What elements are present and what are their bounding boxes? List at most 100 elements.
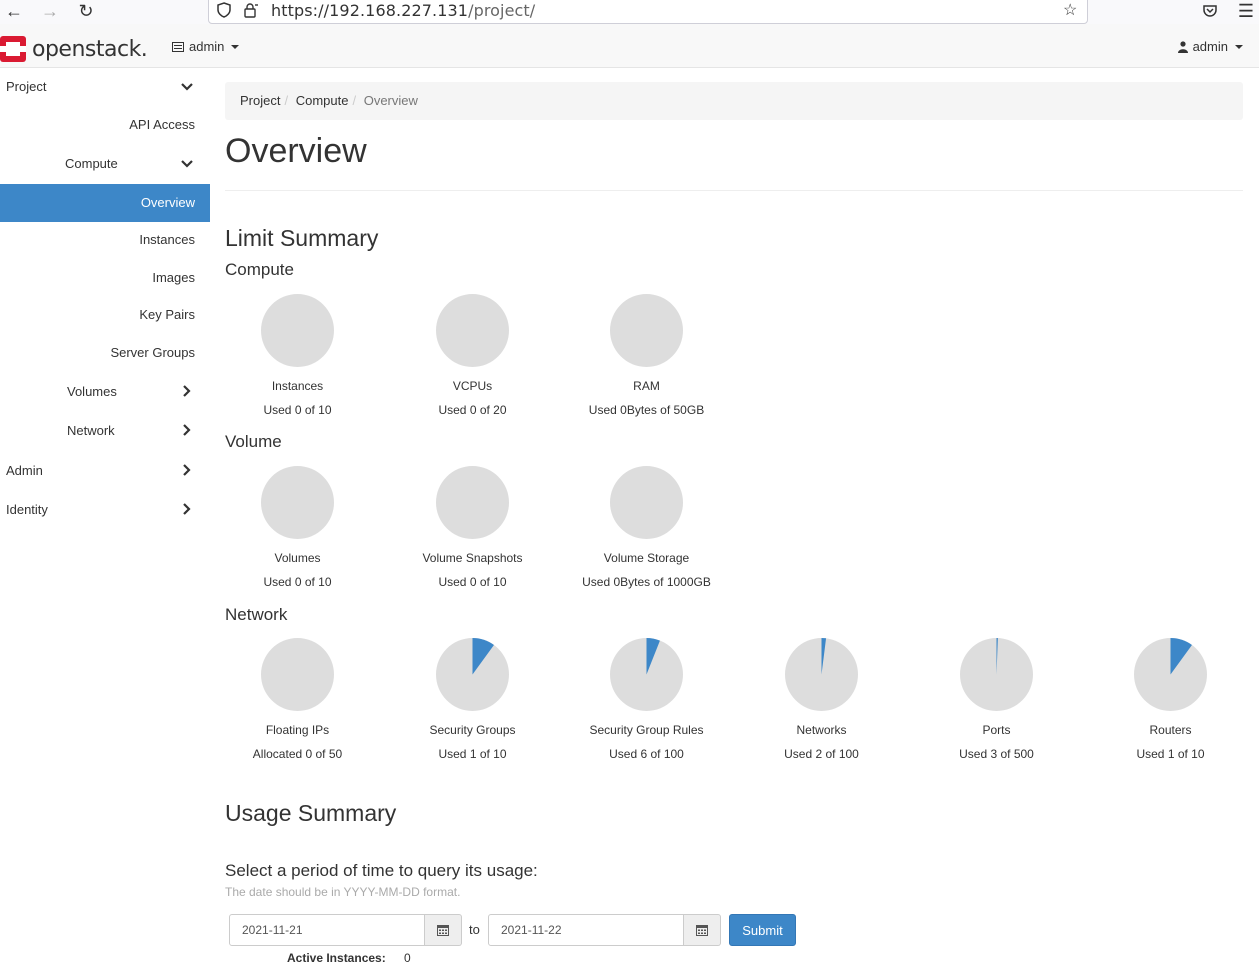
chevron-down-icon — [181, 76, 193, 99]
url-text: https://192.168.227.131/project/ — [271, 1, 535, 20]
chart-title: Volume Storage — [603, 551, 690, 565]
sidebar-item-label: Identity — [6, 502, 48, 517]
pie-chart — [436, 294, 509, 367]
logo-text: openstack. — [32, 36, 148, 62]
chart-usage-text: Allocated 0 of 50 — [252, 747, 343, 761]
quota-chart-volume-storage: Volume Storage Used 0Bytes of 1000GB — [559, 465, 734, 589]
sidebar-item-volumes[interactable]: Volumes — [0, 373, 210, 411]
chart-title: Routers — [1149, 723, 1192, 737]
chart-title: Instances — [271, 379, 324, 393]
breadcrumb-project[interactable]: Project — [240, 93, 280, 108]
sidebar-item-label: API Access — [129, 117, 195, 132]
back-arrow-icon[interactable]: ← — [2, 0, 26, 22]
section-title-compute: Compute — [225, 260, 294, 279]
project-list-icon — [172, 41, 184, 52]
pie-chart — [960, 638, 1033, 711]
sidebar-item-images[interactable]: Images — [0, 259, 210, 297]
chart-title: RAM — [633, 379, 660, 393]
chart-title: Volumes — [274, 551, 321, 565]
active-instances-value: 0 — [404, 951, 411, 965]
pie-chart — [261, 466, 334, 539]
sidebar-item-label: Instances — [139, 232, 195, 247]
sidebar-item-label: Server Groups — [110, 345, 195, 360]
pocket-icon[interactable] — [1198, 0, 1222, 22]
chart-title: Floating IPs — [265, 723, 330, 737]
sidebar-item-overview[interactable]: Overview — [0, 184, 210, 222]
sidebar-item-server-groups[interactable]: Server Groups — [0, 334, 210, 372]
shield-icon[interactable] — [217, 2, 231, 21]
sidebar-item-label: Admin — [6, 463, 43, 478]
chart-title: Volume Snapshots — [422, 551, 523, 565]
pie-chart — [436, 638, 509, 711]
user-menu-label: admin — [1192, 39, 1228, 54]
sidebar-item-label: Compute — [65, 156, 118, 171]
limit-summary-heading: Limit Summary — [225, 225, 379, 251]
pie-background — [610, 294, 683, 367]
sidebar-item-network[interactable]: Network — [0, 412, 210, 450]
openstack-logo[interactable]: openstack. — [0, 36, 148, 62]
breadcrumb-current: Overview — [363, 93, 418, 108]
chart-title: Security Groups — [429, 723, 516, 737]
quota-chart-floating-ips: Floating IPs Allocated 0 of 50 — [210, 637, 385, 761]
chevron-right-icon — [181, 381, 193, 404]
address-bar[interactable]: https://192.168.227.131/project/ ☆ — [208, 0, 1088, 24]
chevron-down-icon — [181, 153, 193, 176]
start-date-input[interactable] — [229, 914, 425, 946]
forward-arrow-icon[interactable]: → — [38, 0, 62, 22]
sidebar-item-key-pairs[interactable]: Key Pairs — [0, 296, 210, 334]
calendar-icon[interactable] — [425, 914, 462, 946]
browser-toolbar: ← → ↻ https://192.168.227.131/project/ ☆… — [0, 0, 1259, 24]
submit-button[interactable]: Submit — [729, 914, 796, 946]
user-icon — [1177, 40, 1188, 53]
sidebar-item-api-access[interactable]: API Access — [0, 106, 210, 144]
end-date-input[interactable] — [488, 914, 684, 946]
sidebar-item-identity[interactable]: Identity — [0, 491, 210, 529]
sidebar-item-label: Overview — [140, 195, 195, 210]
lock-warning-icon[interactable] — [243, 2, 259, 21]
pie-chart — [610, 294, 683, 367]
chart-title: Security Group Rules — [589, 723, 704, 737]
chevron-right-icon — [181, 420, 193, 443]
pie-chart — [610, 466, 683, 539]
chart-usage-text: Used 0 of 20 — [438, 403, 507, 417]
chart-title: VCPUs — [452, 379, 493, 393]
project-selector-dropdown[interactable]: admin — [172, 39, 240, 54]
pie-chart — [785, 638, 858, 711]
sidebar-item-admin[interactable]: Admin — [0, 452, 210, 490]
end-date-group — [488, 914, 721, 946]
calendar-icon[interactable] — [684, 914, 721, 946]
sidebar-item-instances[interactable]: Instances — [0, 221, 210, 259]
pie-background — [436, 294, 509, 367]
chevron-right-icon — [181, 460, 193, 483]
pie-chart — [610, 638, 683, 711]
chart-title: Ports — [982, 723, 1011, 737]
quota-chart-instances: Instances Used 0 of 10 — [210, 293, 385, 417]
user-menu-dropdown[interactable]: admin — [1177, 39, 1243, 54]
url-path: /project/ — [468, 1, 536, 20]
quota-chart-security-groups: Security Groups Used 1 of 10 — [385, 637, 560, 761]
chart-usage-text: Used 1 of 10 — [438, 747, 507, 761]
date-range-to-label: to — [469, 922, 480, 937]
url-host: https://192.168.227.131 — [271, 1, 469, 20]
pie-background — [261, 466, 334, 539]
top-navbar: openstack. admin admin — [0, 24, 1259, 68]
pie-background — [436, 466, 509, 539]
chart-usage-text: Used 2 of 100 — [784, 747, 859, 761]
chart-usage-text: Used 0 of 10 — [438, 575, 507, 589]
chart-usage-text: Used 0 of 10 — [263, 403, 332, 417]
quota-chart-vcpus: VCPUs Used 0 of 20 — [385, 293, 560, 417]
chart-usage-text: Used 3 of 500 — [959, 747, 1034, 761]
sidebar-item-label: Images — [152, 270, 195, 285]
breadcrumb-compute[interactable]: Compute — [296, 93, 349, 108]
pie-chart — [261, 294, 334, 367]
reload-icon[interactable]: ↻ — [74, 0, 98, 22]
active-instances-label: Active Instances: — [287, 951, 386, 965]
menu-icon[interactable]: ☰ — [1234, 0, 1258, 22]
quota-chart-volumes: Volumes Used 0 of 10 — [210, 465, 385, 589]
pie-chart — [261, 638, 334, 711]
quota-chart-ports: Ports Used 3 of 500 — [909, 637, 1084, 761]
sidebar-item-project[interactable]: Project — [0, 68, 210, 106]
sidebar-item-compute[interactable]: Compute — [0, 145, 210, 183]
period-question: Select a period of time to query its usa… — [225, 861, 538, 880]
bookmark-star-icon[interactable]: ☆ — [1063, 0, 1077, 20]
